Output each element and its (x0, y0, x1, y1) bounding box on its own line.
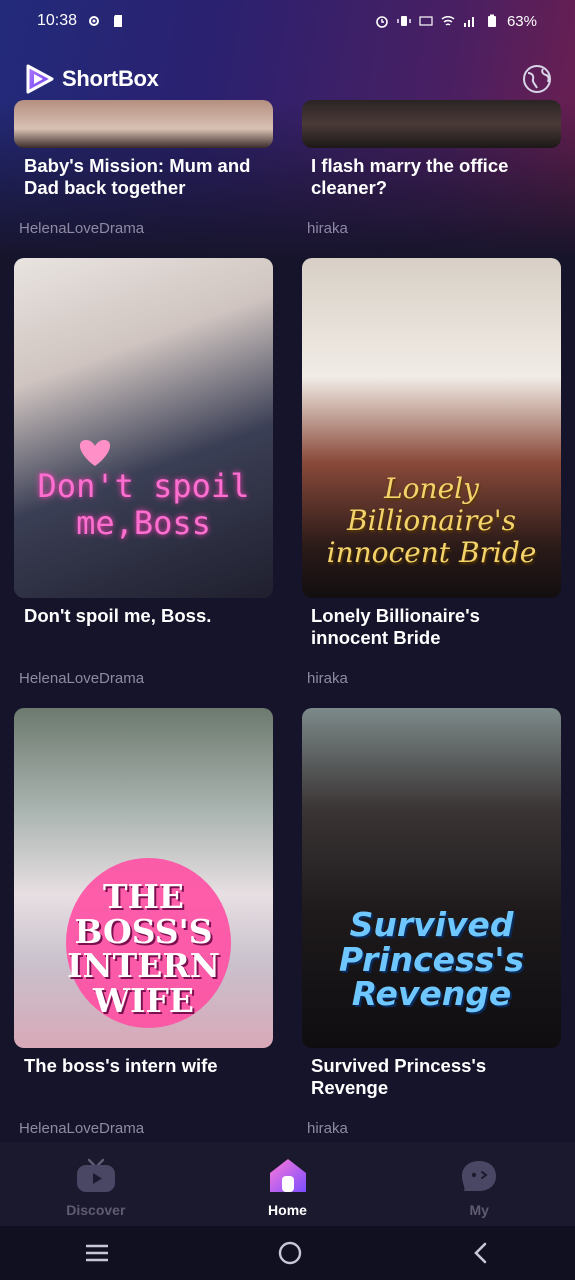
poster-title: THE BOSS'S INTERN WIFE (67, 877, 220, 1020)
drama-title[interactable]: Baby's Mission: Mum and Dad back togethe… (24, 155, 274, 199)
home-circle-icon[interactable] (277, 1240, 303, 1266)
clock: 10:38 (37, 12, 78, 29)
volte-icon (419, 16, 433, 26)
app-name: ShortBox (62, 66, 159, 91)
poster-heart-icon (79, 440, 111, 466)
language-globe-icon[interactable] (521, 63, 553, 95)
app-header: ShortBox (0, 52, 575, 106)
drama-author: HelenaLoveDrama (19, 220, 145, 237)
nav-home[interactable]: Home (192, 1142, 384, 1226)
wifi-icon (441, 15, 455, 26)
status-bar: 10:38 63% (0, 0, 575, 42)
drama-title[interactable]: Survived Princess's Revenge (311, 1055, 561, 1099)
drama-poster[interactable]: Don't spoil me,Boss (14, 258, 273, 598)
drama-poster[interactable] (302, 100, 561, 148)
drama-title[interactable]: Lonely Billionaire's innocent Bride (311, 605, 561, 649)
drama-author: hiraka (307, 220, 348, 237)
drama-author: hiraka (307, 1120, 348, 1137)
nav-my[interactable]: My (383, 1142, 575, 1226)
nav-my-label: My (469, 1202, 489, 1218)
nav-discover[interactable]: Discover (0, 1142, 192, 1226)
tv-play-icon (76, 1158, 115, 1192)
drama-poster[interactable]: THE BOSS'S INTERN WIFE (14, 708, 273, 1048)
vibrate-icon (397, 16, 411, 26)
battery-level: 63% (506, 12, 537, 30)
profile-chat-icon (462, 1161, 497, 1191)
nav-home-label: Home (268, 1202, 307, 1218)
drama-poster[interactable] (14, 100, 273, 148)
poster-title: Survived Princess's Revenge (338, 905, 525, 1014)
signal-icon (463, 17, 474, 27)
bottom-nav: Discover Home My (0, 1142, 575, 1226)
settings-gear-icon (89, 16, 100, 26)
sd-card-icon (114, 15, 123, 27)
drama-author: HelenaLoveDrama (19, 670, 145, 687)
poster-title: Don't spoil me,Boss (37, 467, 250, 542)
back-icon[interactable] (471, 1241, 491, 1265)
home-icon (269, 1159, 306, 1192)
drama-title[interactable]: I flash marry the office cleaner? (311, 155, 561, 199)
alarm-icon (376, 16, 388, 28)
drama-author: HelenaLoveDrama (19, 1120, 145, 1137)
nav-discover-label: Discover (66, 1202, 126, 1218)
battery-icon (487, 14, 496, 27)
recent-apps-icon[interactable] (84, 1243, 110, 1263)
drama-title[interactable]: Don't spoil me, Boss. (24, 605, 274, 627)
poster-title: Lonely Billionaire's innocent Bride (326, 472, 537, 570)
brand: ShortBox (22, 62, 159, 96)
drama-author: hiraka (307, 670, 348, 687)
system-nav-bar (0, 1226, 575, 1280)
drama-title[interactable]: The boss's intern wife (24, 1055, 274, 1077)
drama-poster[interactable]: Lonely Billionaire's innocent Bride (302, 258, 561, 598)
drama-poster[interactable]: Survived Princess's Revenge (302, 708, 561, 1048)
shortbox-logo-icon (26, 64, 54, 94)
